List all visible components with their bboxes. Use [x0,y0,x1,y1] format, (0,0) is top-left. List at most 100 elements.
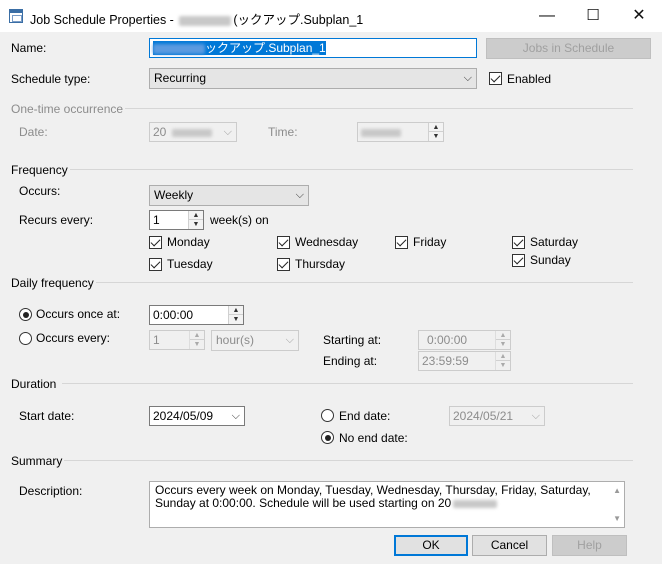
close-button[interactable]: ✕ [616,0,662,32]
spin-up-icon[interactable]: ▲ [496,352,510,361]
name-field-value: ックアップ.Subplan_1 [205,41,326,55]
section-divider [125,108,633,109]
chevron-down-icon: ⌵ [463,72,472,84]
redacted-time [361,128,401,137]
time-spinner[interactable]: ▲ ▼ [228,306,243,324]
start-date-label: Start date: [19,409,75,423]
occurs-once-time-field[interactable]: 0:00:00 ▲ ▼ [149,305,244,325]
sunday-checkbox[interactable] [512,254,525,267]
chevron-down-icon: ⌵ [531,410,540,422]
friday-checkbox[interactable] [395,236,408,249]
starting-at-field[interactable]: 0:00:00 ▲ ▼ [418,330,511,350]
thursday-checkbox[interactable] [277,258,290,271]
one-time-date-value: 20 [153,125,167,139]
no-end-date-label: No end date: [339,431,408,445]
scroll-up-icon[interactable]: ▲ [613,484,621,497]
name-field-selection: ックアップ.Subplan_1 [153,41,326,55]
title-bar: Job Schedule Properties - (ックアップ.Subplan… [0,0,662,32]
chevron-down-icon: ⌵ [285,334,294,346]
recurs-every-field[interactable]: 1 ▲ ▼ [149,210,204,230]
no-end-date-radio[interactable] [321,431,334,444]
tuesday-label: Tuesday [167,257,213,271]
redacted-start-date [453,499,498,508]
schedule-type-select[interactable]: Recurring ⌵ [149,68,477,89]
window-title-prefix: Job Schedule Properties - [30,13,174,27]
chevron-down-icon: ⌵ [295,189,304,201]
ending-at-field[interactable]: 23:59:59 ▲ ▼ [418,351,511,371]
scroll-down-icon[interactable]: ▼ [613,512,621,525]
tuesday-checkbox[interactable] [149,258,162,271]
end-date-picker[interactable]: 2024/05/21 ⌵ [449,406,545,426]
every-spinner[interactable]: ▲ ▼ [189,331,204,349]
starting-at-label: Starting at: [323,333,382,347]
maximize-button[interactable]: ☐ [570,0,616,32]
spin-up-icon[interactable]: ▲ [496,331,510,340]
cancel-button[interactable]: Cancel [472,535,547,556]
close-icon: ✕ [632,7,646,24]
jobs-in-schedule-button[interactable]: Jobs in Schedule [486,38,651,59]
one-time-time-field[interactable]: ▲ ▼ [357,122,444,142]
ok-button[interactable]: OK [394,535,468,556]
thursday-label: Thursday [295,257,346,271]
saturday-label: Saturday [530,235,579,249]
occurs-once-label: Occurs once at: [36,307,121,321]
schedule-type-value: Recurring [154,71,207,85]
saturday-checkbox[interactable] [512,236,525,249]
spin-down-icon[interactable]: ▼ [429,132,443,141]
minimize-icon: — [539,7,555,24]
description-textarea[interactable]: Occurs every week on Monday, Tuesday, We… [149,481,625,528]
spin-up-icon[interactable]: ▲ [229,306,243,315]
spin-up-icon[interactable]: ▲ [190,331,204,340]
start-date-value: 2024/05/09 [153,409,214,423]
maximize-icon: ☐ [586,7,600,24]
help-button[interactable]: Help [552,535,627,556]
one-time-date-label: Date: [19,125,48,139]
starting-at-value: 0:00:00 [427,333,468,347]
minimize-button[interactable]: — [524,0,570,32]
start-date-picker[interactable]: 2024/05/09 ⌵ [149,406,245,426]
chevron-down-icon: ⌵ [231,410,240,422]
one-time-heading: One-time occurrence [11,102,124,116]
spin-down-icon[interactable]: ▼ [229,315,243,324]
occurs-every-radio[interactable] [19,332,32,345]
schedule-type-label: Schedule type: [11,72,91,86]
duration-heading: Duration [11,377,57,391]
occurs-once-radio[interactable] [19,308,32,321]
occurs-value: Weekly [154,188,194,202]
occurs-select[interactable]: Weekly ⌵ [149,185,309,206]
spin-down-icon[interactable]: ▼ [189,220,203,229]
time-spinner[interactable]: ▲ ▼ [428,123,443,141]
summary-heading: Summary [11,454,63,468]
window-title-suffix: (ックアップ.Subplan_1 [233,13,364,27]
recurs-every-value: 1 [153,213,160,227]
section-divider [70,169,633,170]
sunday-label: Sunday [530,253,571,267]
wednesday-label: Wednesday [295,235,359,249]
time-spinner[interactable]: ▲ ▼ [495,331,510,349]
occurs-every-unit-select[interactable]: hour(s) ⌵ [211,330,299,351]
spin-up-icon[interactable]: ▲ [189,211,203,220]
spin-down-icon[interactable]: ▼ [496,361,510,370]
one-time-date-picker[interactable]: 20 ⌵ [149,122,237,142]
description-label: Description: [19,484,83,498]
window-title: Job Schedule Properties - (ックアップ.Subplan… [30,9,363,28]
monday-checkbox[interactable] [149,236,162,249]
enabled-checkbox[interactable] [489,72,502,85]
redacted-name-part [153,43,205,54]
spin-down-icon[interactable]: ▼ [190,340,204,349]
monday-label: Monday [167,235,210,249]
friday-label: Friday [413,235,447,249]
end-date-radio[interactable] [321,409,334,422]
time-spinner[interactable]: ▲ ▼ [495,352,510,370]
name-field[interactable]: ックアップ.Subplan_1 [149,38,477,58]
occurs-every-value: 1 [153,333,160,347]
spin-down-icon[interactable]: ▼ [496,340,510,349]
recurs-spinner[interactable]: ▲ ▼ [188,211,203,229]
enabled-label: Enabled [507,72,552,86]
end-date-value: 2024/05/21 [453,409,514,423]
name-label: Name: [11,41,47,55]
spin-up-icon[interactable]: ▲ [429,123,443,132]
occurs-every-field[interactable]: 1 ▲ ▼ [149,330,205,350]
wednesday-checkbox[interactable] [277,236,290,249]
redacted-plan-name [179,15,232,26]
